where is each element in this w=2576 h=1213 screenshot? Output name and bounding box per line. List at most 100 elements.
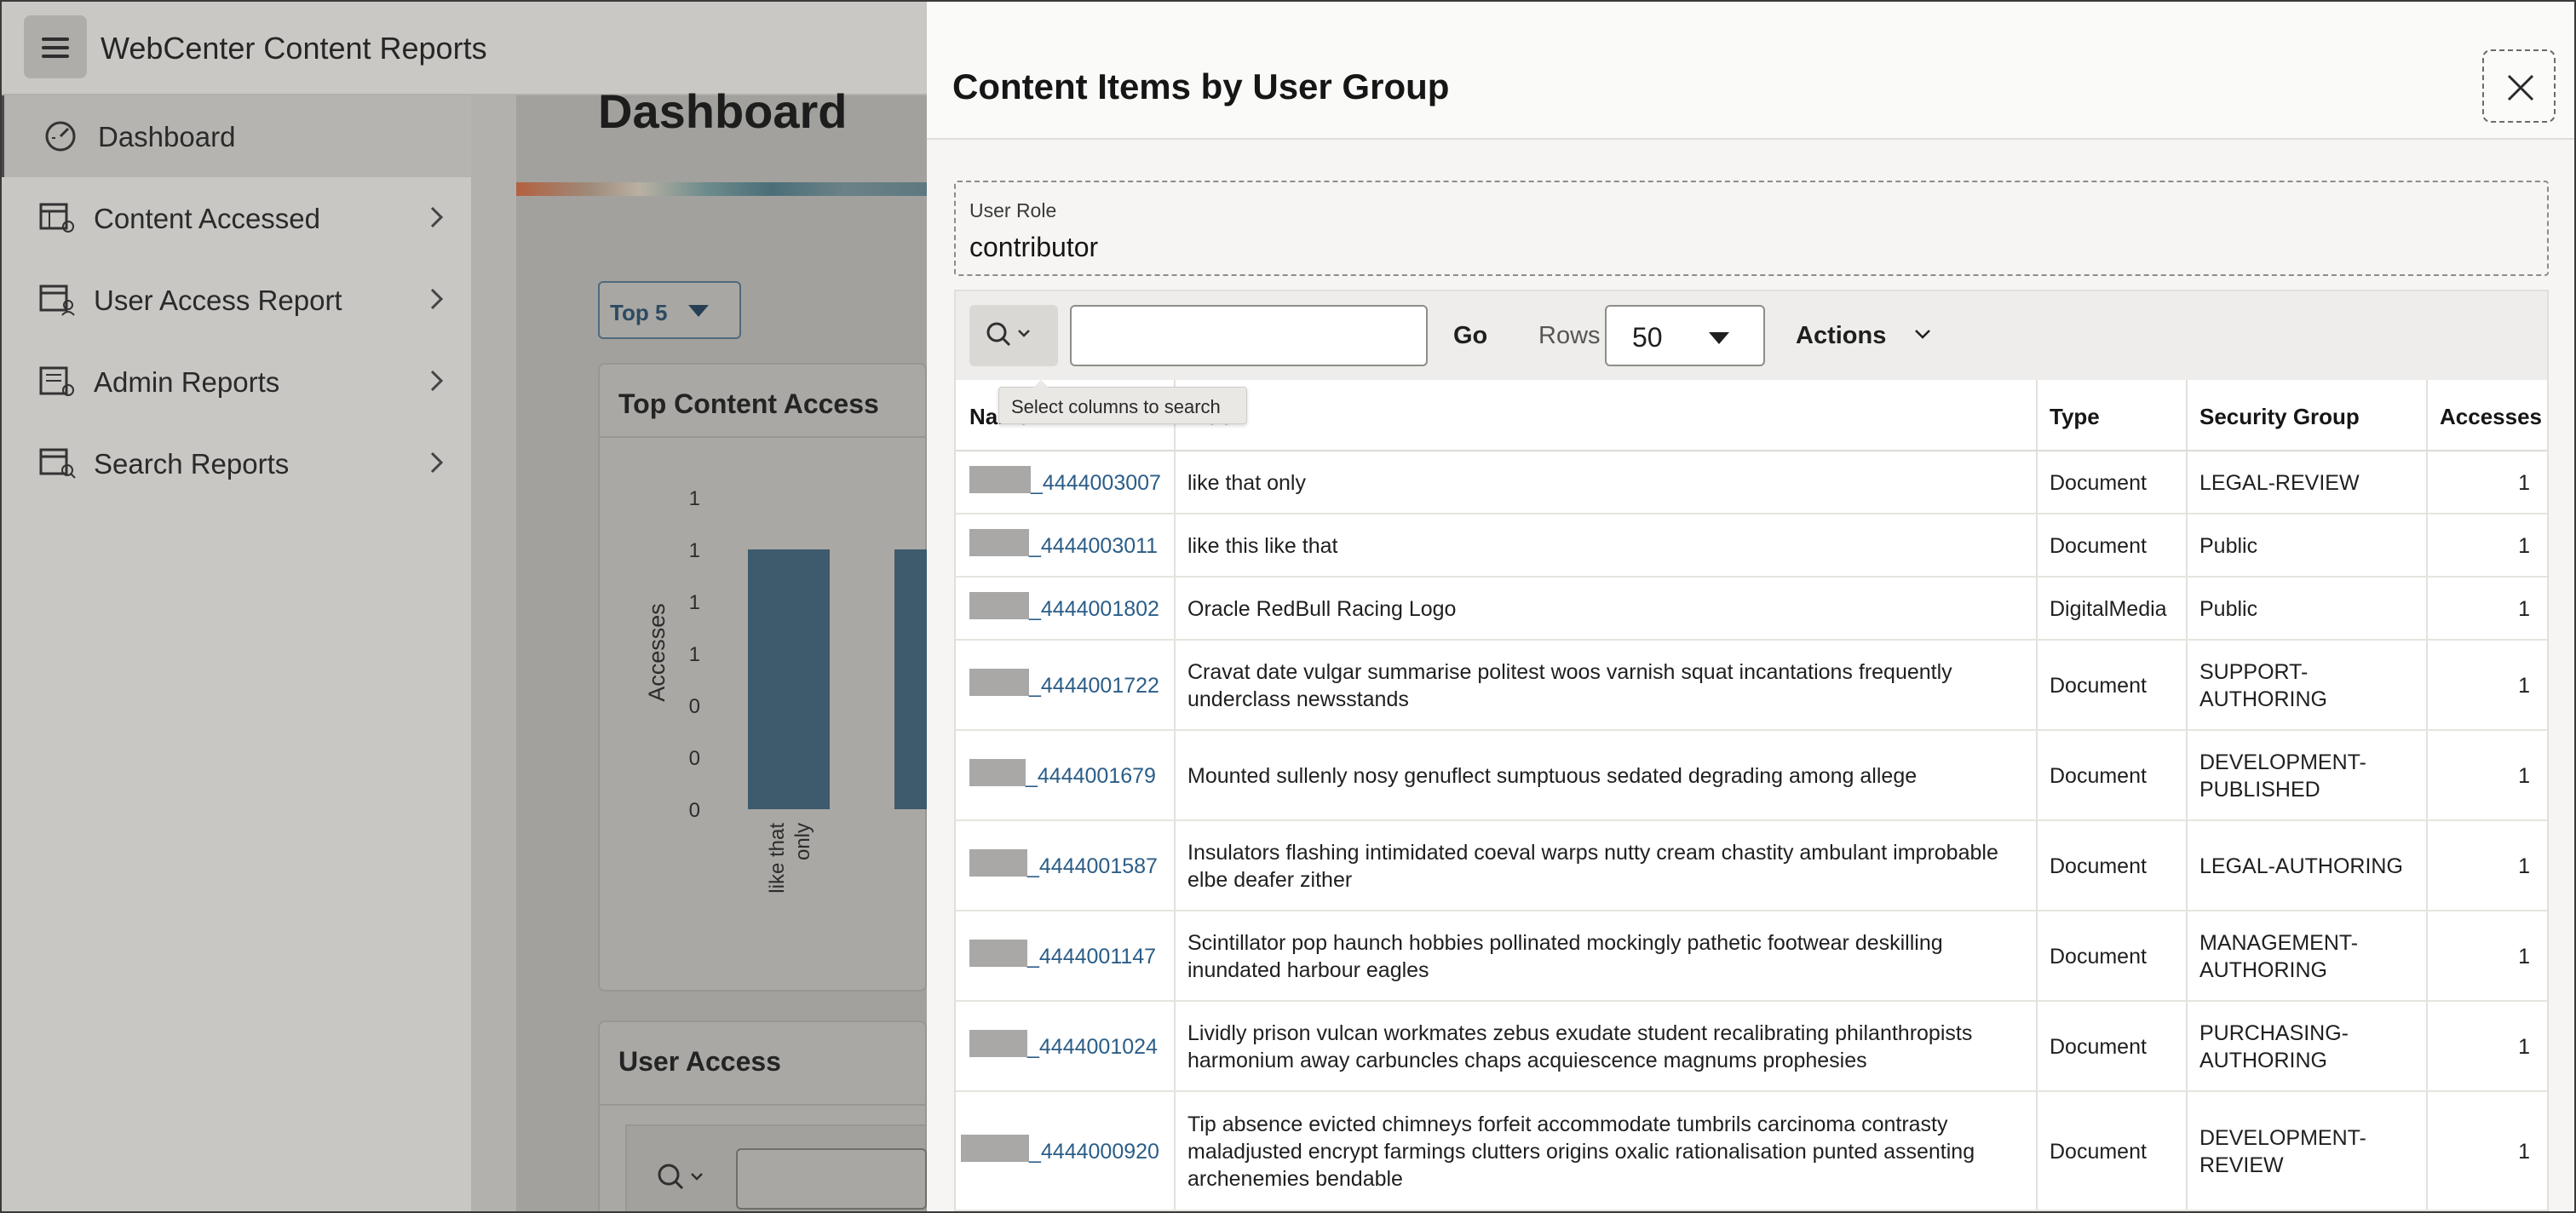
access-count: 1	[2518, 674, 2530, 698]
chart-bar[interactable]	[748, 549, 830, 809]
table-row: _4444000920 Tip absence evicted chimneys …	[956, 1092, 2547, 1211]
redacted-name-prefix	[969, 466, 1031, 493]
security-group: Public	[2199, 597, 2258, 621]
content-type: Document	[2050, 1035, 2147, 1059]
access-count: 1	[2518, 534, 2530, 558]
content-title: maladjusted encrypt farmings clutters or…	[1187, 1140, 1975, 1164]
sidebar-item-user-access-report[interactable]: User Access Report	[0, 259, 471, 341]
go-button[interactable]: Go	[1453, 322, 1487, 350]
access-count: 1	[2518, 471, 2530, 495]
redacted-name-prefix	[961, 1135, 1029, 1162]
content-title: Oracle RedBull Racing Logo	[1187, 597, 1457, 621]
chevron-right-icon	[430, 370, 444, 392]
security-group: DEVELOPMENT-	[2199, 1126, 2366, 1150]
user-role-value: contributor	[969, 232, 1099, 262]
content-name-link[interactable]: _4444001722	[1029, 672, 1159, 699]
content-name-link[interactable]: _4444001024	[1027, 1033, 1158, 1061]
content-title: Cravat date vulgar summarise politest wo…	[1187, 660, 1952, 684]
close-button[interactable]	[2482, 49, 2556, 123]
y-tick-label: 1	[689, 487, 700, 510]
sidebar-item-content-accessed[interactable]: Content Accessed	[0, 177, 471, 259]
search-icon	[986, 322, 1030, 347]
chart-bar[interactable]	[894, 549, 927, 809]
sidebar-item-dashboard[interactable]: Dashboard	[0, 95, 471, 177]
content-name-link[interactable]: _4444001147	[1027, 943, 1156, 970]
rows-per-page-select[interactable]: 50	[1605, 305, 1765, 366]
sidebar-item-label: Dashboard	[98, 121, 236, 152]
table-row: _4444001024 Lividly prison vulcan workmat…	[956, 1002, 2547, 1092]
content-title: Lividly prison vulcan workmates zebus ex…	[1187, 1021, 1973, 1045]
top-n-select[interactable]: Top 5	[598, 281, 741, 339]
actions-menu-button[interactable]: Actions	[1796, 322, 1886, 350]
chevron-right-icon	[430, 206, 444, 228]
security-group: SUPPORT-	[2199, 660, 2309, 684]
top-content-access-chart: 1 1 1 1 0 0 0 Accesses like that only	[644, 487, 927, 894]
column-header-security-group[interactable]: Security Group	[2199, 404, 2360, 430]
chevron-right-icon	[430, 451, 444, 474]
content-name-link[interactable]: _4444000920	[1029, 1138, 1159, 1165]
table-row: _4444001587 Insulators flashing intimidat…	[956, 821, 2547, 911]
column-header-type[interactable]: Type	[2050, 404, 2100, 430]
content-type: Document	[2050, 945, 2147, 969]
chevron-down-icon	[1915, 330, 1930, 339]
content-title: harmonium away carbuncles chaps acquiesc…	[1187, 1049, 1867, 1072]
search-columns-button[interactable]	[969, 305, 1058, 366]
y-tick-label: 0	[689, 747, 700, 770]
column-header-accesses[interactable]: Accesses	[2440, 404, 2542, 430]
card-title: Top Content Access	[618, 388, 879, 419]
sidebar-item-label: Admin Reports	[94, 366, 280, 398]
access-count: 1	[2518, 764, 2530, 788]
sidebar-item-search-reports[interactable]: Search Reports	[0, 423, 471, 504]
security-group: LEGAL-AUTHORING	[2199, 854, 2403, 878]
report-search-icon	[39, 448, 76, 479]
table-row: _4444001147 Scintillator pop haunch hobbi…	[956, 911, 2547, 1002]
dialog-header: Content Items by User Group	[927, 0, 2576, 140]
table-row: _4444001679 Mounted sullenly nosy genufle…	[956, 731, 2547, 821]
top-n-select-value: Top 5	[610, 300, 668, 325]
caret-down-icon	[1709, 332, 1729, 344]
table-row: _4444003011 like this like that Document Pu…	[956, 515, 2547, 578]
content-type: Document	[2050, 764, 2147, 788]
table-row: _4444001802 Oracle RedBull Racing Logo Dig…	[956, 578, 2547, 641]
sidebar-item-label: User Access Report	[94, 285, 342, 316]
content-name-link[interactable]: _4444001587	[1027, 853, 1158, 880]
search-icon[interactable]	[656, 1162, 710, 1196]
menu-toggle-button[interactable]	[24, 15, 87, 78]
y-tick-label: 1	[689, 539, 700, 562]
redacted-name-prefix	[969, 1030, 1027, 1057]
content-name-link[interactable]: _4444003011	[1029, 532, 1158, 560]
page-title: Dashboard	[598, 84, 848, 138]
content-title: elbe deafer zither	[1187, 868, 1353, 892]
security-group: PURCHASING-	[2199, 1021, 2349, 1045]
security-group: AUTHORING	[2199, 958, 2327, 982]
dashboard-gauge-icon	[45, 121, 76, 152]
sidebar: Dashboard Content Accessed User Access R…	[0, 95, 474, 1213]
content-name-link[interactable]: _4444001679	[1026, 762, 1156, 790]
table-row: _4444003007 like that only Document LEGAL-R…	[956, 451, 2547, 515]
x-tick-label: like that only	[766, 823, 814, 894]
access-count: 1	[2518, 1035, 2530, 1059]
security-group: MANAGEMENT-	[2199, 931, 2359, 955]
security-group: LEGAL-REVIEW	[2199, 471, 2360, 495]
content-title: underclass newsstands	[1187, 687, 1409, 711]
security-group: REVIEW	[2199, 1153, 2284, 1177]
content-title: Insulators flashing intimidated coeval w…	[1187, 841, 1998, 865]
report-table-icon	[39, 203, 74, 233]
report-toolbar: Go Rows 50 Actions	[954, 290, 2549, 380]
content-name-link[interactable]: _4444003007	[1031, 469, 1161, 497]
divider	[598, 1104, 927, 1106]
decorative-banner	[516, 182, 927, 196]
search-input[interactable]	[1070, 305, 1428, 366]
sidebar-item-admin-reports[interactable]: Admin Reports	[0, 341, 471, 423]
content-items-table: Name Title Type Security Group Accesses …	[954, 380, 2549, 1213]
y-axis-label: Accesses	[644, 603, 670, 702]
content-name-link[interactable]: _4444001802	[1029, 595, 1159, 623]
user-access-search-input[interactable]	[736, 1148, 927, 1210]
table-row: _4444001722 Cravat date vulgar summarise …	[956, 641, 2547, 731]
caret-down-icon	[688, 305, 709, 317]
redacted-name-prefix	[969, 592, 1029, 619]
security-group: DEVELOPMENT-	[2199, 750, 2366, 774]
tooltip-text: Select columns to search	[1011, 396, 1221, 417]
content-items-dialog: Content Items by User Group User Role co…	[927, 0, 2576, 1213]
decorative-strip	[474, 95, 516, 1213]
